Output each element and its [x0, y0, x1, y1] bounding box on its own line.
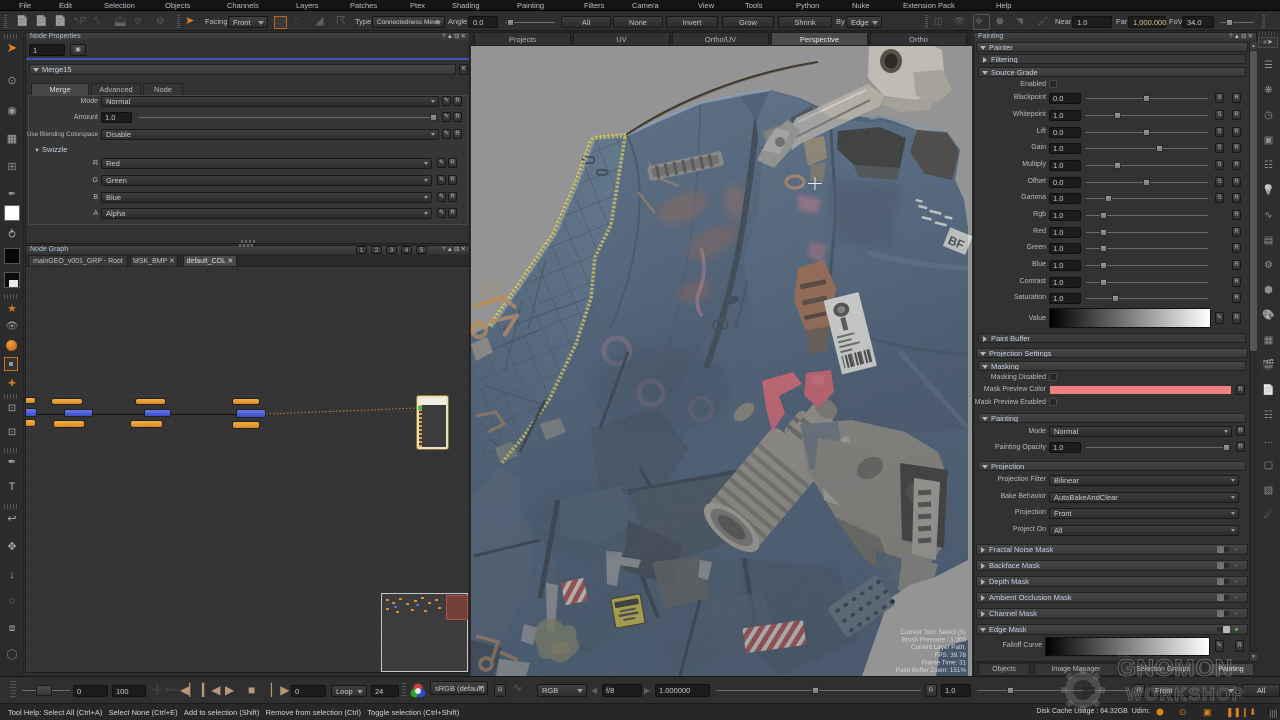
svg-text:GNOMON: GNOMON: [1117, 655, 1233, 682]
svg-text:Frame Time: 31: Frame Time: 31: [922, 659, 967, 666]
svg-text:Current Tool: Select (S): Current Tool: Select (S): [901, 629, 966, 636]
svg-text:Current Layer Path:: Current Layer Path:: [911, 644, 966, 651]
svg-text:FPS: 39.78: FPS: 39.78: [934, 652, 966, 659]
svg-text:Brush Pressure : 1.000: Brush Pressure : 1.000: [902, 637, 967, 644]
svg-text:THE: THE: [1117, 652, 1131, 659]
svg-text:Paint Buffer Zoom: 151%: Paint Buffer Zoom: 151%: [896, 667, 967, 674]
svg-text:WORKSHOP: WORKSHOP: [1126, 684, 1245, 704]
